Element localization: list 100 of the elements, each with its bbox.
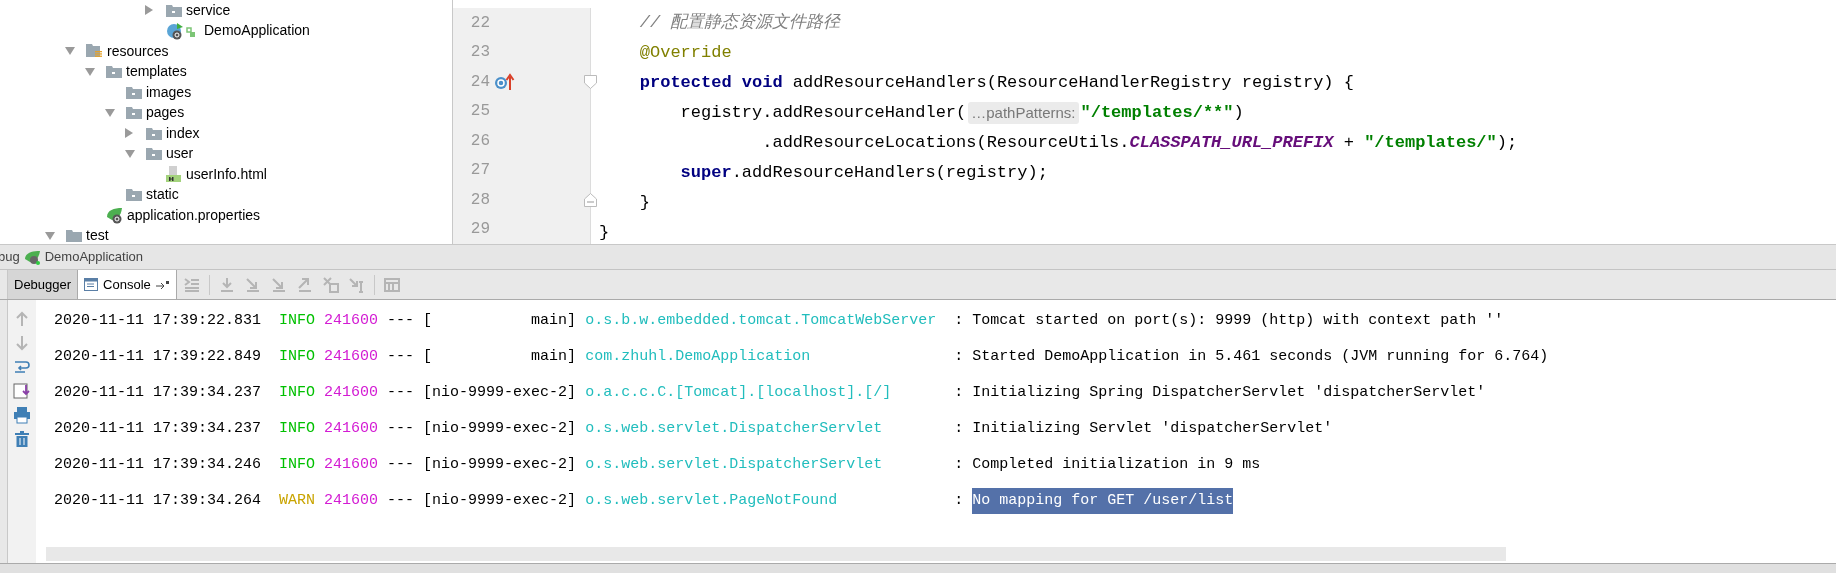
code-keyword: protected: [638, 72, 732, 95]
code-constant: CLASSPATH_URL_PREFIX: [1129, 132, 1334, 155]
show-execution-point-icon[interactable]: [182, 275, 201, 294]
log-logger: o.a.c.c.C.[Tomcat].[localhost].[/]: [585, 383, 892, 401]
log-pid: 241600: [324, 454, 379, 475]
log-message: Initializing Spring DispatcherServlet 'dispatcherServlet': [972, 382, 1486, 403]
log-logger: com.zhuhl.DemoApplication: [585, 347, 811, 365]
log-level: INFO: [279, 346, 316, 367]
collapse-arrow-icon[interactable]: [145, 5, 153, 16]
log-colon: :: [954, 310, 964, 331]
folder-icon: [126, 85, 142, 99]
scroll-to-end-icon[interactable]: [13, 382, 31, 400]
folder-icon: [146, 147, 162, 161]
tree-item[interactable]: user: [166, 143, 194, 165]
parameter-hint: …pathPatterns:: [968, 101, 1079, 125]
code-text: }: [599, 222, 610, 244]
log-level: INFO: [279, 310, 316, 331]
code-text: .addResourceLocations(ResourceUtils.: [761, 132, 1130, 155]
console-icon: [84, 278, 99, 291]
debug-tab[interactable]: Console: [78, 270, 177, 299]
tree-item[interactable]: application.properties: [127, 204, 261, 226]
log-colon: :: [954, 454, 964, 475]
folder-icon: [126, 106, 142, 120]
force-step-into-icon[interactable]: [269, 275, 288, 294]
tree-item[interactable]: images: [146, 81, 192, 103]
log-thread: [ main]: [423, 346, 577, 367]
log-pid: 241600: [324, 418, 379, 439]
tree-item[interactable]: templates: [126, 61, 187, 83]
log-pid: 241600: [324, 490, 379, 511]
step-into-icon[interactable]: [243, 275, 262, 294]
pin-arrow-icon[interactable]: [155, 279, 170, 290]
log-message: Initializing Servlet 'dispatcherServlet': [972, 418, 1333, 439]
soft-wrap-icon[interactable]: [13, 358, 31, 376]
tree-item[interactable]: userInfo.html: [186, 163, 267, 185]
log-colon: :: [954, 382, 964, 403]
line-number: 22: [469, 12, 490, 34]
log-level: INFO: [279, 454, 316, 475]
code-keyword: super: [679, 162, 732, 185]
expand-arrow-icon[interactable]: [125, 149, 135, 158]
code-annotation: @Override: [638, 42, 732, 65]
override-marker-icon[interactable]: [494, 72, 516, 91]
line-number: 27: [469, 160, 490, 182]
log-timestamp: 2020-11-11 17:39:34.237: [54, 418, 262, 439]
folder-icon: [106, 65, 122, 79]
line-number: 25: [469, 101, 490, 123]
line-number: 26: [469, 130, 490, 152]
log-message: No mapping for GET /user/list: [972, 487, 1234, 515]
log-level: WARN: [279, 490, 316, 511]
log-level: INFO: [279, 418, 316, 439]
log-timestamp: 2020-11-11 17:39:22.849: [54, 346, 262, 367]
run-to-cursor-icon[interactable]: [347, 275, 366, 294]
log-timestamp: 2020-11-11 17:39:34.264: [54, 490, 262, 511]
tree-item[interactable]: service: [186, 0, 231, 21]
code-string: "/templates/": [1364, 132, 1497, 155]
log-timestamp: 2020-11-11 17:39:34.237: [54, 382, 262, 403]
fold-marker-icon[interactable]: [583, 74, 597, 89]
tree-item[interactable]: resources: [107, 40, 169, 62]
spring-leaf-icon: [106, 206, 123, 224]
folder-icon: [126, 188, 142, 202]
down-arrow-icon[interactable]: [13, 334, 31, 352]
log-message: Completed initialization in 9 ms: [972, 454, 1261, 475]
log-separator: ---: [387, 382, 415, 403]
trash-icon[interactable]: [13, 430, 31, 448]
log-logger: o.s.web.servlet.DispatcherServlet: [585, 455, 883, 473]
drop-frame-icon[interactable]: [321, 275, 340, 294]
line-number: 28: [469, 189, 490, 211]
log-logger: o.s.web.servlet.DispatcherServlet: [585, 419, 883, 437]
debug-tab[interactable]: Debugger: [8, 270, 79, 299]
expand-arrow-icon[interactable]: [65, 47, 75, 56]
tree-item[interactable]: DemoApplication: [204, 20, 310, 42]
code-text: ): [1233, 102, 1244, 125]
log-logger: o.s.b.w.embedded.tomcat.TomcatWebServer: [585, 311, 937, 329]
line-number: 29: [469, 219, 490, 241]
tree-item[interactable]: pages: [146, 102, 185, 124]
evaluate-icon[interactable]: [382, 275, 401, 294]
log-message: Tomcat started on port(s): 9999 (http) with context path '': [972, 310, 1504, 331]
log-logger: o.s.web.servlet.PageNotFound: [585, 491, 838, 509]
log-timestamp: 2020-11-11 17:39:34.246: [54, 454, 262, 475]
expand-arrow-icon[interactable]: [85, 67, 95, 76]
tree-item[interactable]: test: [86, 225, 109, 244]
log-thread: [nio-9999-exec-2]: [423, 454, 577, 475]
tree-item[interactable]: static: [146, 184, 179, 206]
code-text: registry.addResourceHandler(: [679, 102, 967, 125]
log-separator: ---: [387, 346, 415, 367]
log-colon: :: [954, 346, 964, 367]
expand-arrow-icon[interactable]: [45, 231, 55, 240]
collapse-arrow-icon[interactable]: [125, 128, 133, 139]
log-separator: ---: [387, 490, 415, 511]
line-number: 24: [469, 71, 490, 93]
html-file-icon: [166, 166, 182, 183]
tree-item[interactable]: index: [166, 122, 200, 144]
code-text: addResourceHandlers(ResourceHandlerRegistry registry) {: [791, 72, 1354, 95]
log-thread: [nio-9999-exec-2]: [423, 418, 577, 439]
run-configuration-tab[interactable]: DemoApplication: [44, 247, 143, 267]
log-thread: [nio-9999-exec-2]: [423, 490, 577, 511]
print-icon[interactable]: [13, 406, 31, 424]
expand-arrow-icon[interactable]: [105, 108, 115, 117]
log-thread: [ main]: [423, 310, 577, 331]
log-colon: :: [954, 490, 964, 511]
fold-marker-icon[interactable]: [583, 192, 597, 207]
